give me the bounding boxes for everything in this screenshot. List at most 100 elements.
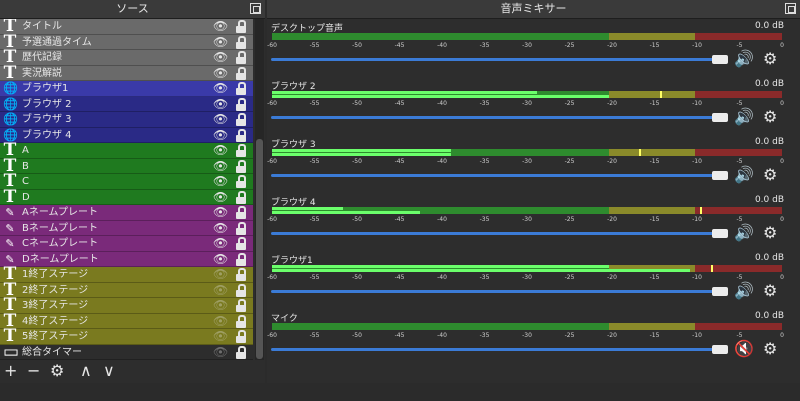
visibility-eye-icon[interactable]: 👁: [213, 330, 228, 343]
lock-icon[interactable]: [236, 190, 246, 204]
visibility-eye-icon[interactable]: 👁: [213, 299, 228, 312]
source-item[interactable]: T 5終了ステージ 👁: [0, 328, 253, 345]
volume-fader[interactable]: [271, 58, 726, 61]
sources-scrollbar[interactable]: [255, 19, 264, 360]
volume-fader[interactable]: [271, 116, 726, 119]
source-item[interactable]: T B 👁: [0, 157, 253, 174]
source-properties-gear-icon[interactable]: ⚙: [50, 361, 64, 381]
lock-icon[interactable]: [236, 252, 246, 266]
lock-icon[interactable]: [236, 206, 246, 219]
source-item[interactable]: T 実況解説 👁: [0, 64, 253, 81]
lock-icon[interactable]: [236, 97, 246, 111]
undock-icon[interactable]: [785, 3, 796, 14]
lock-icon[interactable]: [236, 330, 246, 343]
channel-settings-gear-icon[interactable]: ⚙: [763, 167, 777, 183]
source-item[interactable]: ▭ 総合タイマー 👁: [0, 341, 253, 360]
speaker-icon[interactable]: 🔊: [734, 225, 754, 241]
source-item[interactable]: T A 👁: [0, 142, 253, 159]
fader-knob[interactable]: [712, 171, 728, 180]
lock-icon[interactable]: [236, 221, 246, 235]
lock-icon[interactable]: [236, 128, 246, 142]
source-item[interactable]: T 2終了ステージ 👁: [0, 281, 253, 298]
lock-icon[interactable]: [236, 159, 246, 173]
source-item[interactable]: T 3終了ステージ 👁: [0, 297, 253, 314]
fader-knob[interactable]: [712, 113, 728, 122]
source-item[interactable]: ✎ Cネームプレート 👁: [0, 236, 253, 252]
visibility-eye-icon[interactable]: 👁: [213, 144, 228, 157]
visibility-eye-icon[interactable]: 👁: [213, 314, 228, 328]
fader-knob[interactable]: [712, 55, 728, 64]
source-item[interactable]: ✎ Bネームプレート 👁: [0, 220, 253, 236]
lock-icon[interactable]: [236, 283, 246, 297]
source-item[interactable]: 🌐 ブラウザ1 👁: [0, 81, 253, 97]
visibility-eye-icon[interactable]: 👁: [213, 35, 228, 49]
visibility-eye-icon[interactable]: 👁: [213, 97, 228, 111]
lock-icon[interactable]: [236, 51, 246, 64]
add-source-button[interactable]: +: [4, 361, 17, 381]
source-item[interactable]: T D 👁: [0, 188, 253, 205]
fader-knob[interactable]: [712, 229, 728, 238]
visibility-eye-icon[interactable]: 👁: [213, 190, 228, 204]
source-item[interactable]: T 4終了ステージ 👁: [0, 312, 253, 329]
channel-settings-gear-icon[interactable]: ⚙: [763, 341, 777, 357]
source-item[interactable]: ✎ Dネームプレート 👁: [0, 251, 253, 267]
visibility-eye-icon[interactable]: 👁: [213, 237, 228, 250]
source-item[interactable]: T 予選通過タイム 👁: [0, 33, 253, 50]
channel-settings-gear-icon[interactable]: ⚙: [763, 109, 777, 125]
lock-icon[interactable]: [236, 113, 246, 126]
visibility-eye-icon[interactable]: 👁: [213, 82, 228, 95]
lock-icon[interactable]: [236, 82, 246, 95]
lock-icon[interactable]: [236, 237, 246, 250]
visibility-eye-icon[interactable]: 👁: [213, 128, 228, 142]
visibility-eye-icon[interactable]: 👁: [213, 268, 228, 281]
remove-source-button[interactable]: −: [27, 361, 40, 381]
visibility-eye-icon[interactable]: 👁: [213, 51, 228, 64]
visibility-eye-icon[interactable]: 👁: [213, 345, 228, 359]
source-item[interactable]: T 歴代記録 👁: [0, 49, 253, 66]
lock-icon[interactable]: [236, 268, 246, 281]
visibility-eye-icon[interactable]: 👁: [213, 159, 228, 173]
visibility-eye-icon[interactable]: 👁: [213, 113, 228, 126]
source-item[interactable]: 🌐 ブラウザ 4 👁: [0, 127, 253, 143]
lock-icon[interactable]: [236, 299, 246, 312]
channel-settings-gear-icon[interactable]: ⚙: [763, 51, 777, 67]
lock-icon[interactable]: [236, 175, 246, 188]
volume-fader[interactable]: [271, 290, 726, 293]
visibility-eye-icon[interactable]: 👁: [213, 20, 228, 33]
lock-icon[interactable]: [236, 345, 246, 359]
channel-settings-gear-icon[interactable]: ⚙: [763, 225, 777, 241]
source-item[interactable]: 🌐 ブラウザ 3 👁: [0, 112, 253, 128]
visibility-eye-icon[interactable]: 👁: [213, 221, 228, 235]
monitor-icon: ▭: [3, 341, 20, 360]
lock-icon[interactable]: [236, 314, 246, 328]
speaker-icon[interactable]: 🔊: [734, 109, 754, 125]
lock-icon[interactable]: [236, 144, 246, 157]
lock-icon[interactable]: [236, 35, 246, 49]
volume-fader[interactable]: [271, 232, 726, 235]
volume-fader[interactable]: [271, 174, 726, 177]
speaker-icon[interactable]: 🔊: [734, 51, 754, 67]
source-item[interactable]: T 1終了ステージ 👁: [0, 266, 253, 283]
speaker-icon[interactable]: 🔊: [734, 283, 754, 299]
source-item[interactable]: T タイトル 👁: [0, 19, 253, 35]
volume-fader[interactable]: [271, 348, 726, 351]
muted-speaker-icon[interactable]: 🔇: [734, 341, 754, 357]
channel-settings-gear-icon[interactable]: ⚙: [763, 283, 777, 299]
fader-knob[interactable]: [712, 287, 728, 296]
visibility-eye-icon[interactable]: 👁: [213, 252, 228, 266]
visibility-eye-icon[interactable]: 👁: [213, 66, 228, 80]
speaker-icon[interactable]: 🔊: [734, 167, 754, 183]
undock-icon[interactable]: [250, 3, 261, 14]
move-down-button[interactable]: ∨: [103, 361, 115, 381]
move-up-button[interactable]: ∧: [80, 361, 92, 381]
source-item[interactable]: T C 👁: [0, 173, 253, 190]
source-item[interactable]: 🌐 ブラウザ 2 👁: [0, 96, 253, 112]
fader-knob[interactable]: [712, 345, 728, 354]
visibility-eye-icon[interactable]: 👁: [213, 283, 228, 297]
visibility-eye-icon[interactable]: 👁: [213, 175, 228, 188]
scrollbar-thumb[interactable]: [256, 139, 263, 359]
visibility-eye-icon[interactable]: 👁: [213, 206, 228, 219]
lock-icon[interactable]: [236, 66, 246, 80]
source-item[interactable]: ✎ Aネームプレート 👁: [0, 205, 253, 221]
lock-icon[interactable]: [236, 20, 246, 33]
